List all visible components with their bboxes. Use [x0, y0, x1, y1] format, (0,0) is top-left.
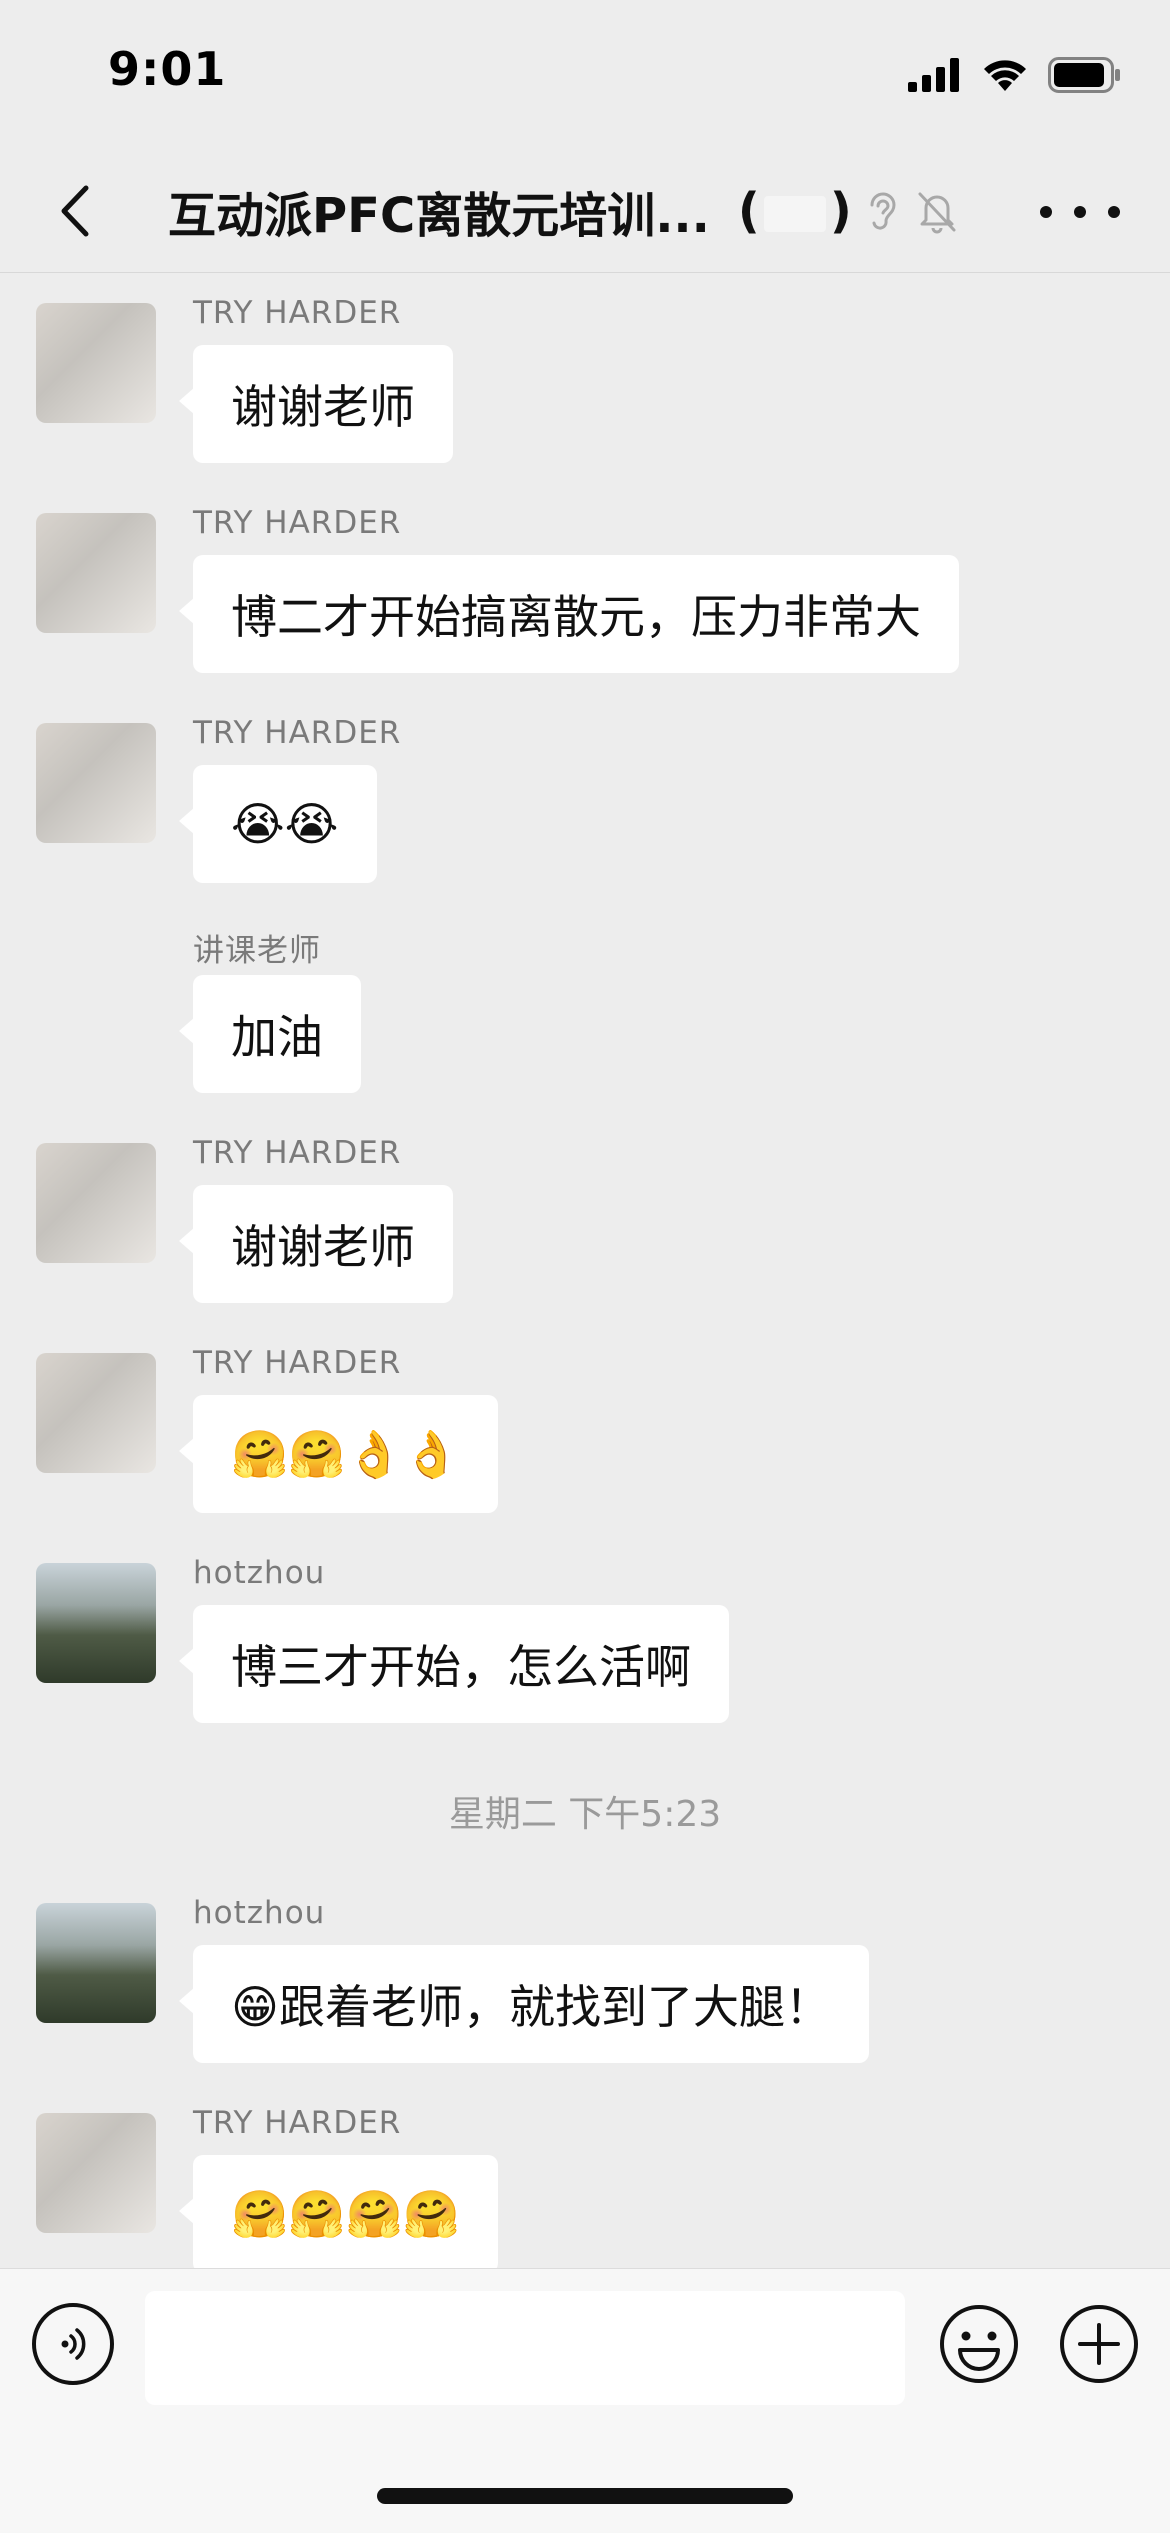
message-bubble[interactable]: 谢谢老师: [179, 1185, 453, 1303]
avatar[interactable]: [36, 513, 156, 633]
sender-name: 讲课老师: [193, 933, 321, 969]
message-item: TRY HARDER 谢谢老师: [0, 285, 1170, 485]
chevron-left-icon: [61, 185, 89, 237]
sender-name: TRY HARDER: [193, 715, 402, 751]
message-bubble[interactable]: 🤗🤗🤗🤗: [178, 2155, 499, 2268]
ear-icon: [864, 189, 902, 233]
message-item: hotzhou 博三才开始，怎么活啊: [0, 1545, 1170, 1745]
avatar[interactable]: [36, 1353, 156, 1473]
avatar-placeholder: [36, 933, 156, 1053]
plus-icon: [1060, 2305, 1138, 2383]
avatar[interactable]: [36, 303, 156, 423]
sender-name: TRY HARDER: [193, 2105, 402, 2141]
voice-icon: [61, 2328, 86, 2360]
message-item: TRY HARDER 🤗🤗👌👌: [0, 1335, 1170, 1535]
home-indicator: [377, 2488, 793, 2504]
status-time: 9:01: [108, 42, 227, 96]
member-count-open: (: [737, 183, 760, 239]
message-item: TRY HARDER 博二才开始搞离散元，压力非常大: [0, 495, 1170, 695]
avatar[interactable]: [36, 2113, 156, 2233]
message-bubble[interactable]: 😭😭: [179, 765, 377, 883]
more-icon-dot: [1108, 206, 1120, 218]
voice-button[interactable]: [32, 2303, 114, 2385]
message-item: TRY HARDER 谢谢老师: [0, 1125, 1170, 1325]
chat-header: 互动派PFC离散元培训... (): [0, 150, 1170, 273]
chat-title: 互动派PFC离散元培训...: [168, 188, 710, 244]
back-button[interactable]: [40, 176, 110, 246]
message-item: TRY HARDER 😭😭: [0, 705, 1170, 905]
more-icon-dot: [1040, 206, 1052, 218]
more-icon-dot: [1074, 206, 1086, 218]
status-icons: [908, 50, 1122, 100]
message-list[interactable]: TRY HARDER 谢谢老师 TRY HARDER 博二才开始搞离散元，压力非…: [0, 273, 1170, 2268]
avatar[interactable]: [36, 723, 156, 843]
sender-name: TRY HARDER: [193, 1345, 402, 1381]
more-button[interactable]: [1040, 182, 1120, 242]
message-item: 讲课老师 加油: [0, 915, 1170, 1115]
member-count: (): [738, 183, 852, 239]
bell-off-icon: [914, 188, 960, 234]
message-bubble[interactable]: 博三才开始，怎么活啊: [179, 1605, 729, 1723]
status-bar: 9:01: [0, 0, 1170, 150]
message-input[interactable]: [145, 2291, 905, 2405]
sender-name: hotzhou: [193, 1895, 326, 1931]
message-item: hotzhou 😁跟着老师，就找到了大腿！: [0, 1885, 1170, 2085]
member-count-mask: [763, 196, 826, 232]
more-functions-button[interactable]: [1056, 2301, 1142, 2387]
avatar[interactable]: [36, 1143, 156, 1263]
message-bubble[interactable]: 加油: [179, 975, 361, 1093]
sender-name: hotzhou: [193, 1555, 326, 1591]
time-divider: 星期二 下午5:23: [448, 1794, 722, 1835]
message-item: TRY HARDER 🤗🤗🤗🤗: [0, 2095, 1170, 2268]
sender-name: TRY HARDER: [193, 1135, 402, 1171]
chat-title-group[interactable]: 互动派PFC离散元培训... (): [168, 178, 960, 244]
member-count-close: ): [829, 183, 852, 239]
sender-name: TRY HARDER: [193, 505, 402, 541]
avatar[interactable]: [36, 1563, 156, 1683]
avatar[interactable]: [36, 1903, 156, 2023]
battery-icon: [1048, 57, 1120, 93]
message-bubble[interactable]: 博二才开始搞离散元，压力非常大: [179, 555, 959, 673]
message-bubble[interactable]: 谢谢老师: [179, 345, 453, 463]
wifi-icon: [984, 60, 1026, 91]
emoji-button[interactable]: [936, 2301, 1022, 2387]
cellular-signal-icon: [908, 58, 959, 92]
emoji-icon: [940, 2305, 1018, 2383]
sender-name: TRY HARDER: [193, 295, 402, 331]
message-bubble[interactable]: 🤗🤗👌👌: [178, 1395, 499, 1513]
message-bubble[interactable]: 😁跟着老师，就找到了大腿！: [179, 1945, 869, 2063]
